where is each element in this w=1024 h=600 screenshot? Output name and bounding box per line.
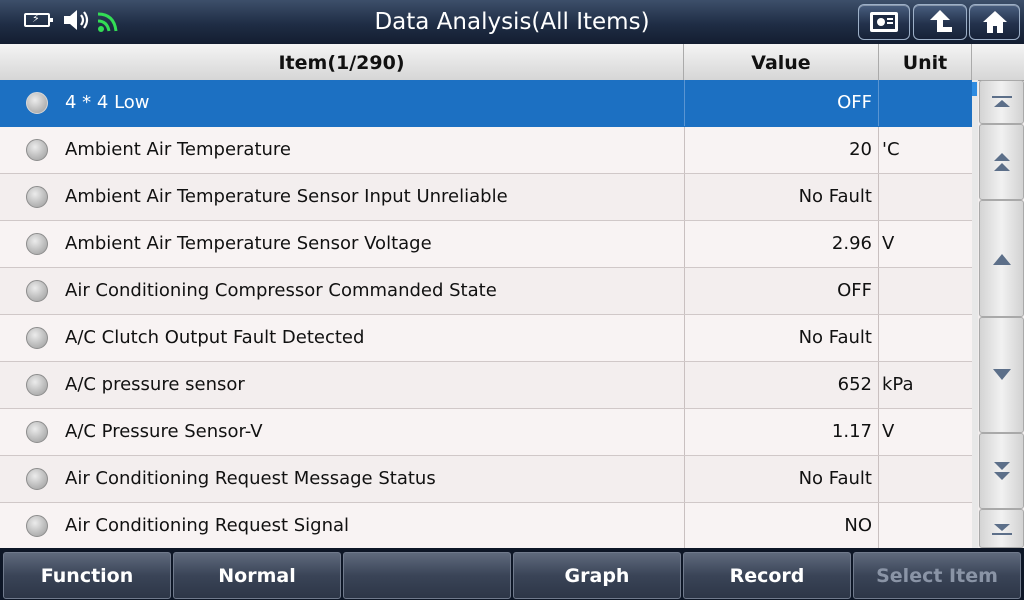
page-up-button[interactable]	[979, 124, 1024, 200]
table-row[interactable]: Air Conditioning Request Message Status …	[0, 456, 972, 503]
radio-button-icon[interactable]	[26, 92, 48, 114]
scroll-bottom-icon	[991, 523, 1012, 535]
scroll-down-icon	[992, 369, 1011, 380]
table-row[interactable]: Ambient Air Temperature 20 'C	[0, 127, 972, 174]
item-name: Ambient Air Temperature	[65, 139, 291, 160]
home-button[interactable]	[969, 4, 1020, 40]
item-unit: 'C	[882, 139, 900, 160]
back-button[interactable]	[913, 4, 967, 40]
scroll-up-button[interactable]	[979, 200, 1024, 317]
radio-button-icon[interactable]	[26, 186, 48, 208]
item-name: A/C pressure sensor	[65, 374, 245, 395]
table-row[interactable]: A/C pressure sensor 652 kPa	[0, 362, 972, 409]
item-value: 20	[684, 127, 879, 173]
item-name: Ambient Air Temperature Sensor Voltage	[65, 233, 432, 254]
data-list: 4 * 4 Low OFF Ambient Air Temperature 20…	[0, 80, 972, 550]
item-name: Air Conditioning Compressor Commanded St…	[65, 280, 497, 301]
item-value: OFF	[684, 268, 879, 314]
select-item-button[interactable]: Select Item	[853, 552, 1021, 599]
scroll-up-icon	[992, 253, 1011, 265]
item-unit	[879, 456, 972, 502]
table-row[interactable]: Ambient Air Temperature Sensor Input Unr…	[0, 174, 972, 221]
table-row[interactable]: Air Conditioning Request Signal NO	[0, 503, 972, 550]
bottom-toolbar: Function Normal Graph Record Select Item	[0, 548, 1024, 600]
item-name: Ambient Air Temperature Sensor Input Unr…	[65, 186, 508, 207]
scroll-to-top-button[interactable]	[979, 80, 1024, 124]
report-icon	[870, 12, 898, 32]
report-button[interactable]	[858, 4, 910, 40]
item-value: No Fault	[684, 174, 879, 220]
scroll-top-icon	[991, 96, 1012, 107]
table-header: Item(1/290) Value Unit	[0, 44, 1024, 81]
normal-button[interactable]: Normal	[173, 552, 341, 599]
radio-button-icon[interactable]	[26, 327, 48, 349]
item-value: 2.96	[684, 221, 879, 267]
back-icon	[930, 10, 952, 32]
radio-button-icon[interactable]	[26, 139, 48, 161]
scroll-to-bottom-button[interactable]	[979, 509, 1024, 548]
record-button[interactable]: Record	[683, 552, 851, 599]
table-row[interactable]: A/C Pressure Sensor-V 1.17 V	[0, 409, 972, 456]
radio-button-icon[interactable]	[26, 468, 48, 490]
scroll-controls	[979, 80, 1024, 548]
item-value: No Fault	[684, 315, 879, 361]
item-unit: V	[882, 233, 895, 254]
radio-button-icon[interactable]	[26, 233, 48, 255]
item-value: NO	[684, 503, 879, 549]
radio-button-icon[interactable]	[26, 421, 48, 443]
item-name: 4 * 4 Low	[65, 92, 150, 113]
empty-button[interactable]	[343, 552, 511, 599]
table-row[interactable]: 4 * 4 Low OFF	[0, 80, 972, 127]
radio-button-icon[interactable]	[26, 515, 48, 537]
scrollbar-thumb[interactable]	[972, 82, 977, 96]
radio-button-icon[interactable]	[26, 280, 48, 302]
column-header-item[interactable]: Item(1/290)	[0, 44, 684, 80]
item-unit	[879, 315, 972, 361]
item-value: 652	[684, 362, 879, 408]
function-button[interactable]: Function	[3, 552, 171, 599]
item-value: No Fault	[684, 456, 879, 502]
home-icon	[982, 11, 1007, 33]
column-header-unit[interactable]: Unit	[879, 44, 972, 80]
page-down-icon	[993, 462, 1010, 480]
item-unit	[879, 80, 972, 126]
page-down-button[interactable]	[979, 433, 1024, 509]
item-value: OFF	[684, 80, 879, 126]
item-unit	[879, 174, 972, 220]
item-value: 1.17	[684, 409, 879, 455]
item-unit: kPa	[882, 374, 914, 395]
table-row[interactable]: Ambient Air Temperature Sensor Voltage 2…	[0, 221, 972, 268]
graph-button[interactable]: Graph	[513, 552, 681, 599]
item-name: Air Conditioning Request Message Status	[65, 468, 436, 489]
item-unit	[879, 503, 972, 549]
page-up-icon	[993, 153, 1010, 171]
item-unit	[879, 268, 972, 314]
scrollbar[interactable]	[972, 80, 978, 548]
item-name: A/C Pressure Sensor-V	[65, 421, 263, 442]
column-header-value[interactable]: Value	[684, 44, 879, 80]
table-row[interactable]: A/C Clutch Output Fault Detected No Faul…	[0, 315, 972, 362]
scroll-down-button[interactable]	[979, 317, 1024, 433]
title-bar: ⚡ Data Analysis(All Items)	[0, 0, 1024, 45]
item-name: Air Conditioning Request Signal	[65, 515, 350, 536]
radio-button-icon[interactable]	[26, 374, 48, 396]
table-row[interactable]: Air Conditioning Compressor Commanded St…	[0, 268, 972, 315]
item-unit: V	[882, 421, 895, 442]
item-name: A/C Clutch Output Fault Detected	[65, 327, 365, 348]
